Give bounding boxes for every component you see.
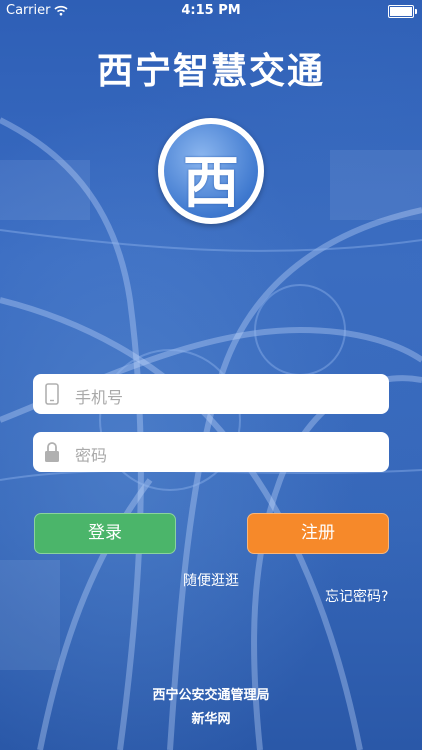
app-title: 西宁智慧交通	[96, 51, 325, 92]
password-placeholder: 密码	[75, 446, 108, 465]
app-logo: 西	[158, 118, 264, 224]
forgot-password-link[interactable]: 忘记密码?	[325, 586, 388, 606]
password-field[interactable]: 密码	[33, 432, 389, 472]
lock-icon	[45, 442, 59, 462]
logo-globe: 西	[164, 124, 258, 218]
status-bar: Carrier 4:15 PM	[0, 0, 422, 22]
browse-link[interactable]: 随便逛逛	[183, 570, 239, 590]
logo-character: 西	[183, 151, 239, 216]
phone-field[interactable]: 手机号	[33, 374, 389, 414]
battery-icon	[388, 5, 417, 18]
footer-organization: 西宁公安交通管理局	[152, 688, 270, 703]
footer-partner: 新华网	[191, 712, 231, 727]
login-button[interactable]: 登录	[34, 513, 176, 554]
clock: 4:15 PM	[181, 3, 241, 18]
register-button[interactable]: 注册	[247, 513, 389, 554]
login-screen: Carrier 4:15 PM 西宁智慧交通 西 手机号 密码 登录 注册 随便…	[0, 0, 422, 750]
phone-placeholder: 手机号	[75, 388, 124, 407]
phone-icon	[45, 383, 59, 405]
